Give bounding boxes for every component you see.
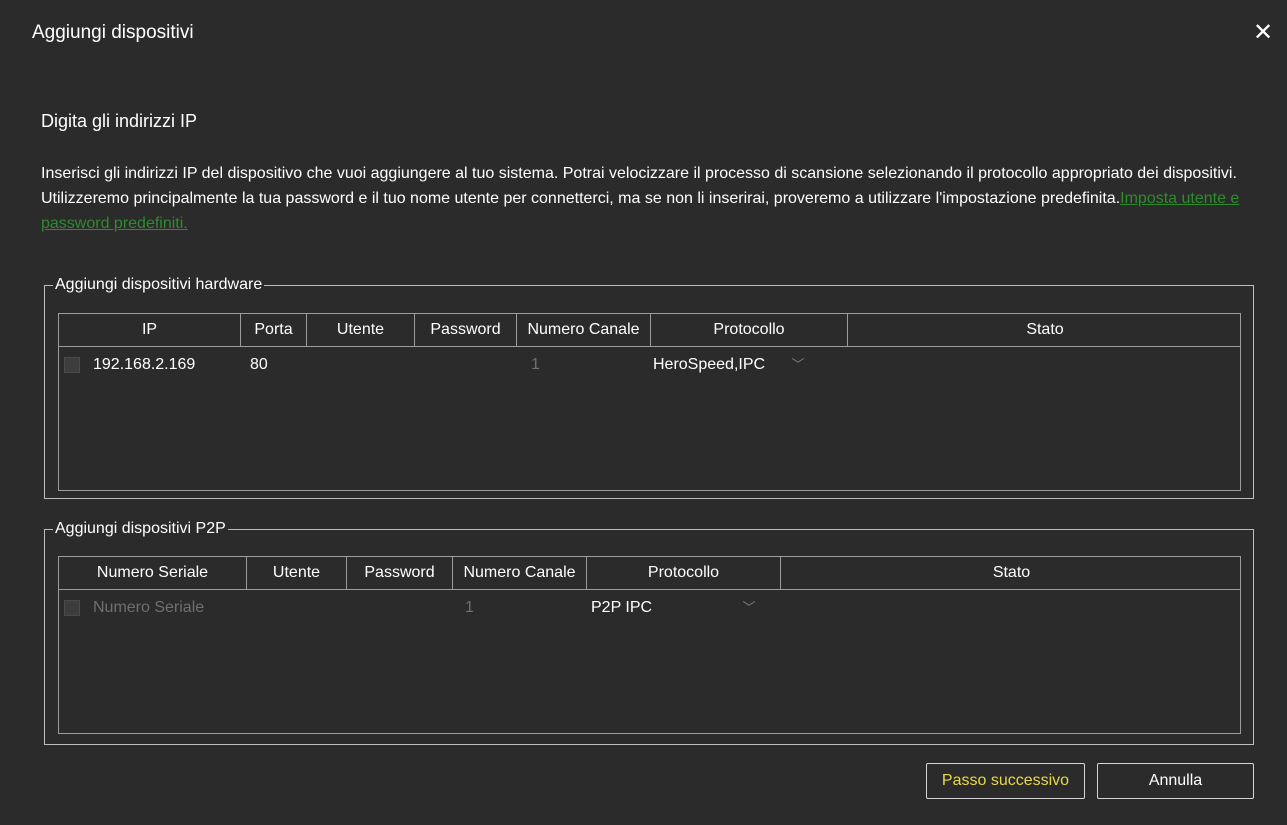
- column-header-password[interactable]: Password: [347, 557, 453, 589]
- dialog-titlebar: Aggiungi dispositivi ✕: [0, 0, 1287, 70]
- password-value[interactable]: [421, 347, 513, 383]
- table-header: IP Porta Utente Password Numero Canale P…: [59, 314, 1240, 347]
- p2p-group-legend: Aggiungi dispositivi P2P: [55, 520, 226, 537]
- ip-value[interactable]: 192.168.2.169: [93, 347, 195, 383]
- column-header-utente[interactable]: Utente: [247, 557, 347, 589]
- canale-value[interactable]: 1: [465, 590, 474, 626]
- dialog-title: Aggiungi dispositivi: [32, 22, 194, 43]
- section-heading: Digita gli indirizzi IP: [41, 111, 198, 131]
- next-step-button[interactable]: Passo successivo: [926, 763, 1085, 799]
- protocollo-value: P2P IPC: [591, 599, 653, 616]
- table-row[interactable]: 192.168.2.169 80 1 HeroSpeed,IPC ﹀: [59, 347, 1240, 383]
- utente-value[interactable]: [255, 590, 345, 626]
- row-checkbox[interactable]: [64, 357, 80, 373]
- column-header-password[interactable]: Password: [415, 314, 517, 346]
- column-header-protocollo[interactable]: Protocollo: [587, 557, 781, 589]
- row-checkbox[interactable]: [64, 600, 80, 616]
- numero-seriale-input[interactable]: Numero Seriale: [93, 590, 204, 626]
- stato-value: [859, 347, 1239, 383]
- column-header-numero-seriale[interactable]: Numero Seriale: [59, 557, 247, 589]
- column-header-numero-canale[interactable]: Numero Canale: [517, 314, 651, 346]
- password-value[interactable]: [355, 590, 449, 626]
- description: Inserisci gli indirizzi IP del dispositi…: [41, 161, 1241, 236]
- description-text: Inserisci gli indirizzi IP del dispositi…: [41, 165, 1237, 207]
- utente-value[interactable]: [317, 347, 413, 383]
- close-icon[interactable]: ✕: [1250, 18, 1276, 48]
- column-header-porta[interactable]: Porta: [241, 314, 307, 346]
- porta-value[interactable]: 80: [250, 347, 268, 383]
- table-header: Numero Seriale Utente Password Numero Ca…: [59, 557, 1240, 590]
- chevron-down-icon: ﹀: [742, 600, 756, 615]
- chevron-down-icon: ﹀: [791, 357, 805, 372]
- column-header-utente[interactable]: Utente: [307, 314, 415, 346]
- p2p-devices-table: Numero Seriale Utente Password Numero Ca…: [58, 556, 1241, 734]
- column-header-numero-canale[interactable]: Numero Canale: [453, 557, 587, 589]
- protocollo-value: HeroSpeed,IPC: [653, 356, 766, 373]
- column-header-ip[interactable]: IP: [59, 314, 241, 346]
- hardware-devices-table: IP Porta Utente Password Numero Canale P…: [58, 313, 1241, 491]
- stato-value: [789, 590, 1229, 626]
- hardware-group-legend: Aggiungi dispositivi hardware: [55, 276, 263, 293]
- cancel-button[interactable]: Annulla: [1097, 763, 1254, 799]
- column-header-stato[interactable]: Stato: [848, 314, 1242, 346]
- protocollo-select[interactable]: P2P IPC ﹀: [591, 590, 756, 626]
- table-row[interactable]: Numero Seriale 1 P2P IPC ﹀: [59, 590, 1240, 626]
- protocollo-select[interactable]: HeroSpeed,IPC ﹀: [653, 347, 805, 383]
- column-header-stato[interactable]: Stato: [781, 557, 1242, 589]
- canale-value[interactable]: 1: [531, 347, 540, 383]
- column-header-protocollo[interactable]: Protocollo: [651, 314, 848, 346]
